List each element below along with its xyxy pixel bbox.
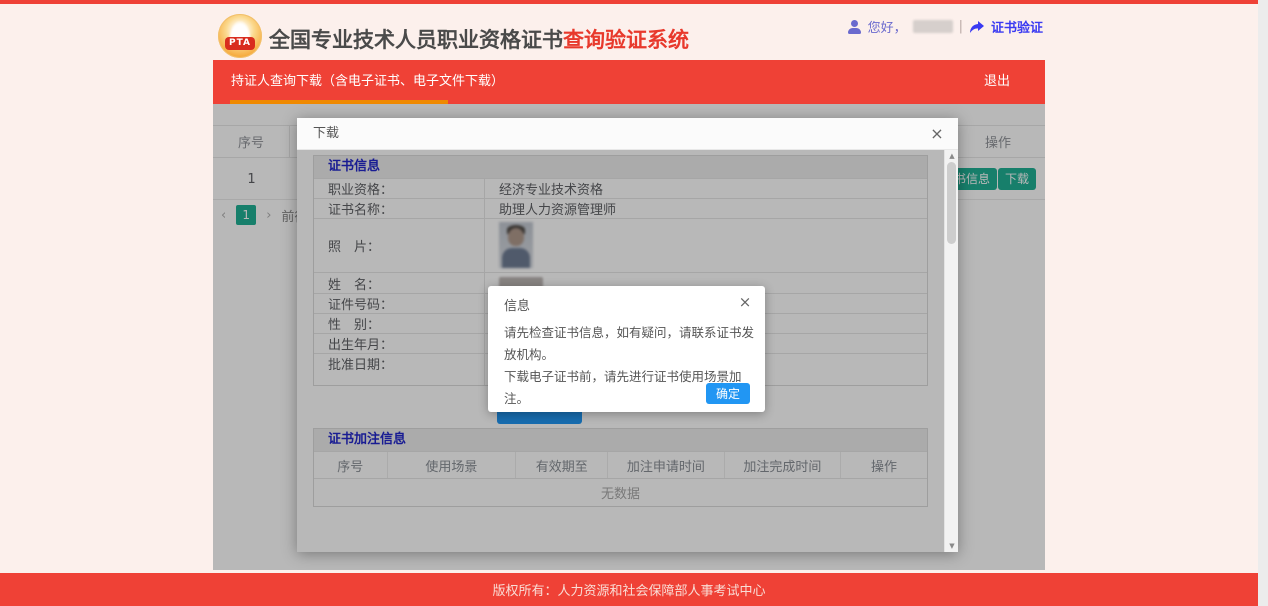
page-title-accent: 查询验证系统 [563,28,689,52]
logout-button[interactable]: 退出 [984,60,1010,104]
main-nav: 持证人查询下载（含电子证书、电子文件下载） 退出 [213,60,1045,104]
username-redacted [913,20,953,33]
pta-logo: PTA [218,14,262,58]
page-title: 全国专业技术人员职业资格证书查询验证系统 [269,24,689,54]
copyright-text: 版权所有：人力资源和社会保障部人事考试中心 [492,580,765,599]
logo-text: PTA [225,37,255,50]
info-dialog-close-icon[interactable]: × [735,290,755,314]
scroll-up-icon[interactable]: ▲ [945,152,959,160]
modal-scrollbar[interactable]: ▲ ▼ [944,150,958,552]
scroll-down-icon[interactable]: ▼ [945,542,959,550]
info-dialog: 信息 × 请先检查证书信息，如有疑问，请联系证书发放机构。 下载电子证书前，请先… [488,286,765,412]
download-modal-titlebar: 下载 × [297,118,958,150]
page: PTA 全国专业技术人员职业资格证书查询验证系统 您好， | 证书验证 持证人查… [0,0,1268,606]
tab-holder-query-download[interactable]: 持证人查询下载（含电子证书、电子文件下载） [231,60,504,104]
cert-verify-link[interactable]: 证书验证 [991,17,1043,36]
download-modal-close-icon[interactable]: × [926,118,948,150]
download-modal-body: 证书信息 职业资格： 经济专业技术资格 证书名称： 助理人力资源管理师 照 片： [297,150,958,552]
download-modal-title: 下载 [313,118,339,150]
scrollbar-thumb[interactable] [947,162,956,244]
separator: | [959,19,963,34]
info-dialog-ok-button[interactable]: 确定 [706,383,750,404]
site-header: PTA 全国专业技术人员职业资格证书查询验证系统 您好， | 证书验证 [213,4,1045,60]
info-dialog-title: 信息 [504,295,530,314]
page-title-main: 全国专业技术人员职业资格证书 [269,28,563,52]
browser-scroll-gutter [1258,0,1268,606]
download-modal: 下载 × 证书信息 职业资格： 经济专业技术资格 证书名称： 助理人力资源管理师 [297,118,958,552]
user-area: 您好， | 证书验证 [848,17,1043,36]
info-dialog-line1: 请先检查证书信息，如有疑问，请联系证书发放机构。 [504,322,754,366]
greeting-text: 您好， [868,17,907,36]
user-icon [848,20,862,34]
share-arrow-icon [969,20,985,34]
page-footer: 版权所有：人力资源和社会保障部人事考试中心 [0,573,1258,606]
